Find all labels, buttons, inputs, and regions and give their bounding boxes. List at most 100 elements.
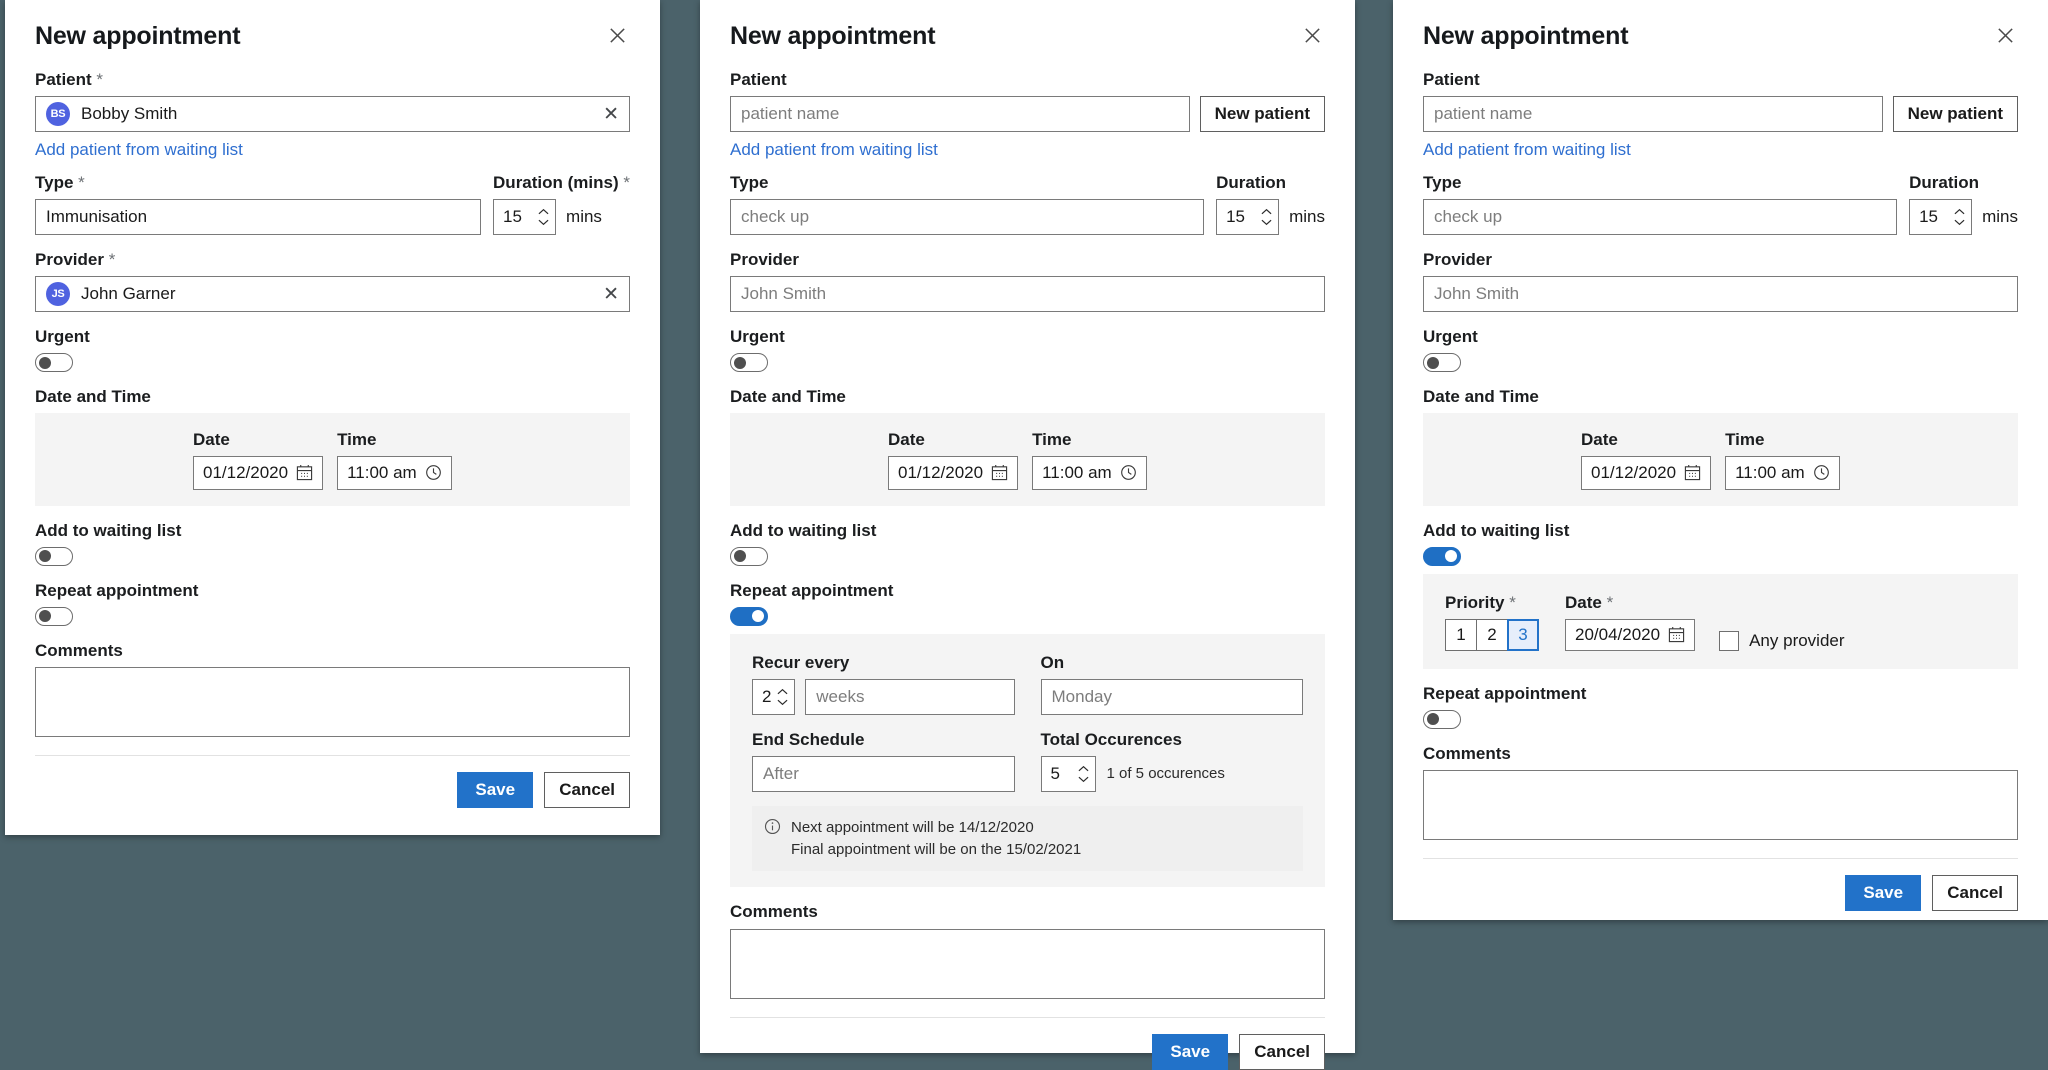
end-schedule-input[interactable]: After [752, 755, 1015, 792]
waiting-list-settings-group: Priority * 1 2 3 Date * 20/04/2020 Any p… [1423, 573, 2018, 669]
new-patient-button[interactable]: New patient [1199, 96, 1325, 133]
duration-stepper[interactable]: 15 [1216, 199, 1280, 236]
type-input[interactable]: check up [730, 199, 1205, 236]
total-occurrences-group: Total Occurences 5 1 of 5 occurences [1040, 729, 1304, 792]
new-patient-button[interactable]: New patient [1892, 96, 2018, 133]
type-input[interactable]: Immunisation [35, 199, 482, 236]
calendar-icon[interactable] [991, 464, 1008, 481]
waiting-list-date-value: 20/04/2020 [1575, 624, 1661, 644]
date-input[interactable]: 01/12/2020 [888, 455, 1019, 490]
time-input[interactable]: 11:00 am [1032, 455, 1147, 490]
type-label: Type * [35, 173, 85, 193]
time-input[interactable]: 11:00 am [337, 455, 452, 490]
clock-icon[interactable] [1120, 464, 1137, 481]
comments-textarea[interactable] [1423, 769, 2018, 840]
provider-placeholder: John Smith [741, 284, 827, 304]
calendar-icon[interactable] [1668, 626, 1685, 643]
calendar-icon[interactable] [1684, 464, 1701, 481]
close-icon[interactable] [1299, 22, 1325, 48]
cancel-button[interactable]: Cancel [1239, 1033, 1325, 1070]
clock-icon[interactable] [425, 464, 442, 481]
urgent-label: Urgent [1423, 327, 1478, 347]
provider-label: Provider [730, 250, 799, 270]
cancel-button[interactable]: Cancel [544, 771, 630, 808]
time-value: 11:00 am [1735, 462, 1805, 482]
add-patient-from-waiting-list-link[interactable]: Add patient from waiting list [1423, 140, 1631, 160]
patient-input[interactable]: patient name [730, 96, 1190, 133]
priority-option-1[interactable]: 1 [1445, 618, 1477, 651]
chevron-up-icon [1078, 765, 1088, 772]
stepper-arrows[interactable] [1261, 200, 1272, 234]
recur-every-stepper[interactable]: 2 [752, 678, 796, 715]
priority-option-3[interactable]: 3 [1507, 618, 1539, 651]
patient-input[interactable]: patient name [1423, 96, 1883, 133]
provider-label: Provider * [35, 250, 116, 270]
recurrence-info-box: Next appointment will be 14/12/2020 Fina… [752, 805, 1303, 872]
stepper-arrows[interactable] [1078, 757, 1089, 791]
comments-textarea[interactable] [730, 928, 1325, 999]
save-button[interactable]: Save [1152, 1033, 1229, 1070]
recur-unit-placeholder: weeks [816, 686, 865, 706]
stepper-arrows[interactable] [1954, 200, 1965, 234]
any-provider-row[interactable]: Any provider [1719, 630, 1845, 651]
total-occurrences-label: Total Occurences [1040, 729, 1182, 749]
add-to-waiting-list-toggle[interactable] [1423, 546, 1461, 566]
any-provider-checkbox[interactable] [1719, 630, 1740, 651]
end-schedule-label: End Schedule [752, 729, 865, 749]
type-input[interactable]: check up [1423, 199, 1898, 236]
date-col: Date 01/12/2020 [1581, 429, 1712, 490]
urgent-toggle[interactable] [1423, 353, 1461, 373]
add-to-waiting-list-toggle[interactable] [730, 546, 768, 566]
repeat-appointment-toggle[interactable] [1423, 709, 1461, 729]
add-to-waiting-list-toggle[interactable] [35, 546, 73, 566]
clear-icon[interactable]: ✕ [603, 105, 619, 124]
clear-icon[interactable]: ✕ [603, 285, 619, 304]
waiting-list-date-input[interactable]: 20/04/2020 [1565, 618, 1696, 651]
duration-stepper[interactable]: 15 [1909, 199, 1973, 236]
repeat-appointment-toggle[interactable] [730, 606, 768, 626]
add-patient-from-waiting-list-link[interactable]: Add patient from waiting list [35, 140, 243, 160]
date-input[interactable]: 01/12/2020 [1581, 455, 1712, 490]
provider-input[interactable]: John Smith [730, 276, 1325, 313]
patient-input[interactable]: BS Bobby Smith ✕ [35, 96, 630, 133]
date-time-group: Date 01/12/2020 Time 11:00 am [35, 413, 630, 506]
save-button[interactable]: Save [457, 771, 534, 808]
time-input[interactable]: 11:00 am [1725, 455, 1840, 490]
time-value: 11:00 am [1042, 462, 1112, 482]
new-appointment-dialog-1: New appointment Patient * BS Bobby Smith… [5, 0, 660, 835]
date-input[interactable]: 01/12/2020 [193, 455, 324, 490]
urgent-toggle[interactable] [730, 353, 768, 373]
stepper-arrows[interactable] [777, 680, 788, 714]
on-input[interactable]: Monday [1040, 678, 1303, 715]
close-icon[interactable] [1992, 22, 2018, 48]
recur-unit-input[interactable]: weeks [805, 678, 1015, 715]
calendar-icon[interactable] [296, 464, 313, 481]
repeat-appointment-toggle[interactable] [35, 606, 73, 626]
chevron-down-icon [538, 219, 549, 226]
duration-value: 15 [1226, 207, 1246, 227]
add-patient-from-waiting-list-link[interactable]: Add patient from waiting list [730, 140, 938, 160]
chevron-down-icon [1261, 219, 1272, 226]
provider-input[interactable]: JS John Garner ✕ [35, 276, 630, 313]
urgent-toggle[interactable] [35, 353, 73, 373]
patient-value: Bobby Smith [81, 104, 178, 124]
date-time-group: Date 01/12/2020 Time 11:00 am [730, 413, 1325, 506]
occurrences-note: 1 of 5 occurences [1106, 765, 1225, 783]
total-occurrences-value: 5 [1050, 763, 1060, 783]
provider-input[interactable]: John Smith [1423, 276, 2018, 313]
clock-icon[interactable] [1813, 464, 1830, 481]
recur-every-label: Recur every [752, 652, 850, 672]
dialog-footer: Save Cancel [1423, 857, 2018, 911]
time-col: Time 11:00 am [1032, 429, 1147, 490]
required-marker: * [96, 70, 104, 89]
recur-every-value: 2 [762, 686, 772, 706]
priority-option-2[interactable]: 2 [1476, 618, 1508, 651]
comments-textarea[interactable] [35, 666, 630, 737]
total-occurrences-stepper[interactable]: 5 [1040, 755, 1096, 792]
stepper-arrows[interactable] [538, 200, 549, 234]
waiting-list-date-group: Date * 20/04/2020 [1565, 592, 1696, 651]
save-button[interactable]: Save [1845, 874, 1922, 911]
close-icon[interactable] [604, 22, 630, 48]
cancel-button[interactable]: Cancel [1932, 874, 2018, 911]
duration-stepper[interactable]: 15 [493, 199, 557, 236]
